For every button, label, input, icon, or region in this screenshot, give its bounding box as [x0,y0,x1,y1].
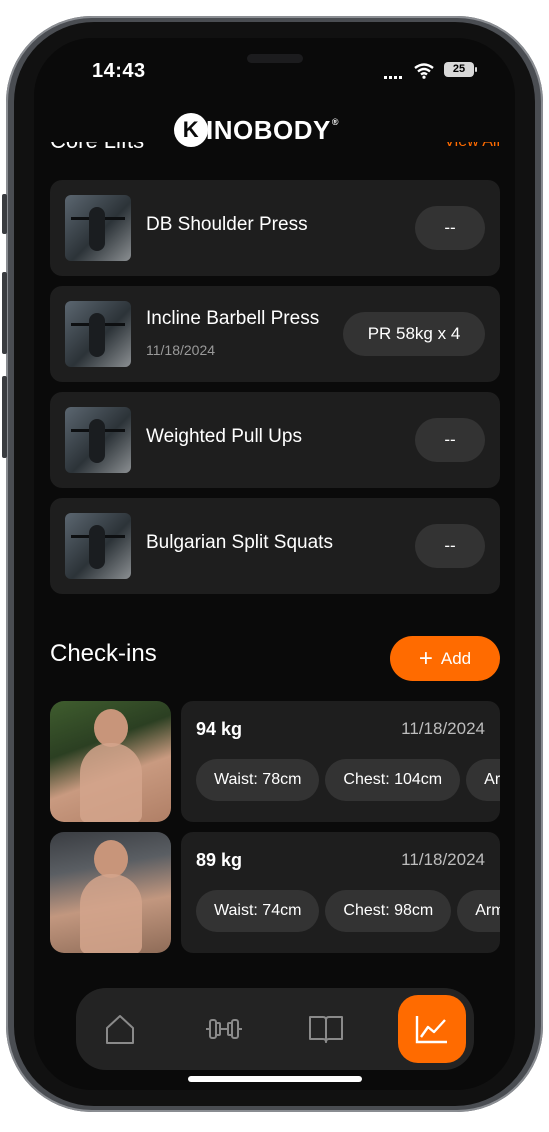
bottom-nav [76,988,474,1070]
measurement-chips: Waist: 74cm Chest: 98cm Arms [196,890,500,932]
checkin-date: 11/18/2024 [401,850,485,869]
logo-registered: ® [331,117,339,127]
lift-card[interactable]: Incline Barbell Press 11/18/2024 PR 58kg… [50,286,500,382]
add-label: Add [440,648,472,668]
core-lifts-title: Core Lifts [50,142,144,154]
checkins-title: Check-ins [50,640,157,667]
dumbbell-icon [206,1019,242,1039]
lift-card[interactable]: Bulgarian Split Squats -- [50,498,500,594]
measurement-chip: Waist: 74cm [196,890,320,932]
lift-record-pill[interactable]: -- [415,206,485,250]
lift-name: Bulgarian Split Squats [146,532,333,553]
nav-learn[interactable] [292,988,360,1070]
measurement-chip: Chest: 98cm [325,890,452,932]
measurement-chip: Chest: 104cm [325,759,461,801]
nav-workouts[interactable] [190,988,258,1070]
lift-record-pill[interactable]: -- [415,524,485,568]
checkin-date: 11/18/2024 [401,719,485,738]
home-indicator [188,1076,362,1082]
checkin-photo[interactable] [50,832,171,953]
lift-date: 11/18/2024 [146,342,216,358]
status-bar: 14:43 25 [34,38,515,98]
chart-icon [415,1016,447,1044]
add-checkin-button[interactable]: + Add [390,636,500,681]
battery-indicator: 25 [444,62,477,77]
lift-thumbnail [65,407,131,473]
logo-wordmark: INOBODY [206,114,331,145]
lift-name: DB Shoulder Press [146,214,308,235]
app-screen: 14:43 25 K INOBODY ® Core Lifts View All… [34,38,515,1090]
lift-card[interactable]: Weighted Pull Ups -- [50,392,500,488]
lift-card[interactable]: DB Shoulder Press -- [50,180,500,276]
nav-home[interactable] [86,988,154,1070]
checkin-card[interactable]: 94 kg 11/18/2024 Waist: 78cm Chest: 104c… [181,701,500,822]
lift-thumbnail [65,513,131,579]
checkin-card[interactable]: 89 kg 11/18/2024 Waist: 74cm Chest: 98cm… [181,832,500,953]
checkin-photo[interactable] [50,701,171,822]
volume-up-button [2,272,7,354]
lift-name: Incline Barbell Press [146,308,320,329]
view-all-link[interactable]: View All [444,142,500,151]
volume-down-button [2,376,7,458]
home-icon [106,1015,134,1044]
lift-record-pill[interactable]: -- [415,418,485,462]
speaker-grille [247,54,303,63]
measurement-chip: Arms [466,759,500,801]
nav-progress[interactable] [398,995,466,1063]
measurement-chips: Waist: 78cm Chest: 104cm Arms [196,759,500,801]
cellular-signal-icon [384,76,402,79]
checkin-weight: 94 kg [196,719,243,739]
status-time: 14:43 [92,60,146,82]
lift-record-pill[interactable]: PR 58kg x 4 [343,312,485,356]
measurement-chip: Waist: 78cm [196,759,320,801]
plus-icon: + [418,644,433,672]
measurement-chip: Arms [457,890,500,932]
book-icon [309,1016,343,1043]
lift-thumbnail [65,195,131,261]
lift-thumbnail [65,301,131,367]
core-lifts-header: Core Lifts View All [50,142,500,160]
checkin-weight: 89 kg [196,850,243,870]
side-button [2,194,7,234]
wifi-icon [414,63,434,79]
lift-name: Weighted Pull Ups [146,426,302,447]
